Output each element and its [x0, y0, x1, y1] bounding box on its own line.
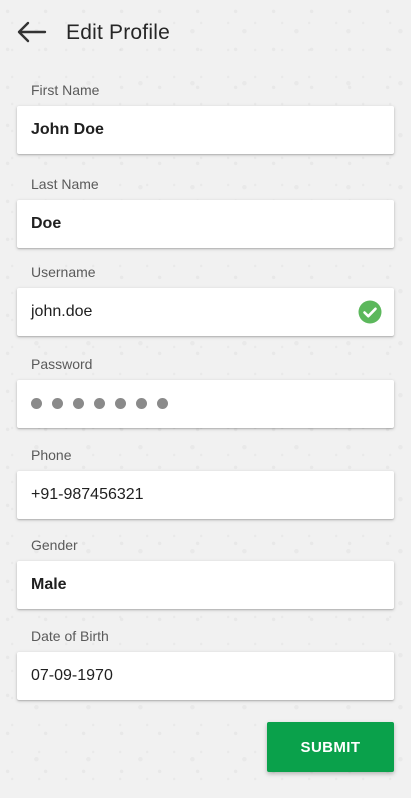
phone-field[interactable]: +91-987456321	[17, 471, 394, 519]
dob-field[interactable]: 07-09-1970	[17, 652, 394, 700]
password-dot	[136, 398, 147, 409]
last-name-value: Doe	[31, 215, 62, 232]
username-field[interactable]: john.doe	[17, 288, 394, 336]
password-dot	[94, 398, 105, 409]
arrow-left-icon	[17, 21, 47, 43]
gender-field[interactable]: Male	[17, 561, 394, 609]
username-value: john.doe	[31, 303, 93, 320]
password-dot	[31, 398, 42, 409]
dob-value: 07-09-1970	[31, 667, 113, 684]
password-dot	[73, 398, 84, 409]
first-name-label: First Name	[31, 82, 100, 98]
password-dot	[157, 398, 168, 409]
page-title: Edit Profile	[66, 21, 170, 44]
last-name-label: Last Name	[31, 176, 99, 192]
app-bar: Edit Profile	[0, 0, 411, 66]
submit-button[interactable]: SUBMIT	[267, 722, 394, 772]
check-circle-icon	[358, 300, 382, 324]
password-label: Password	[31, 356, 93, 372]
first-name-value: John Doe	[31, 121, 104, 138]
password-mask	[31, 398, 168, 409]
username-label: Username	[31, 264, 96, 280]
password-field[interactable]	[17, 380, 394, 428]
gender-value: Male	[31, 576, 67, 593]
phone-label: Phone	[31, 447, 72, 463]
last-name-field[interactable]: Doe	[17, 200, 394, 248]
password-dot	[115, 398, 126, 409]
phone-value: +91-987456321	[31, 486, 144, 503]
back-button[interactable]	[14, 17, 48, 47]
first-name-field[interactable]: John Doe	[17, 106, 394, 154]
dob-label: Date of Birth	[31, 628, 109, 644]
password-dot	[52, 398, 63, 409]
gender-label: Gender	[31, 537, 78, 553]
